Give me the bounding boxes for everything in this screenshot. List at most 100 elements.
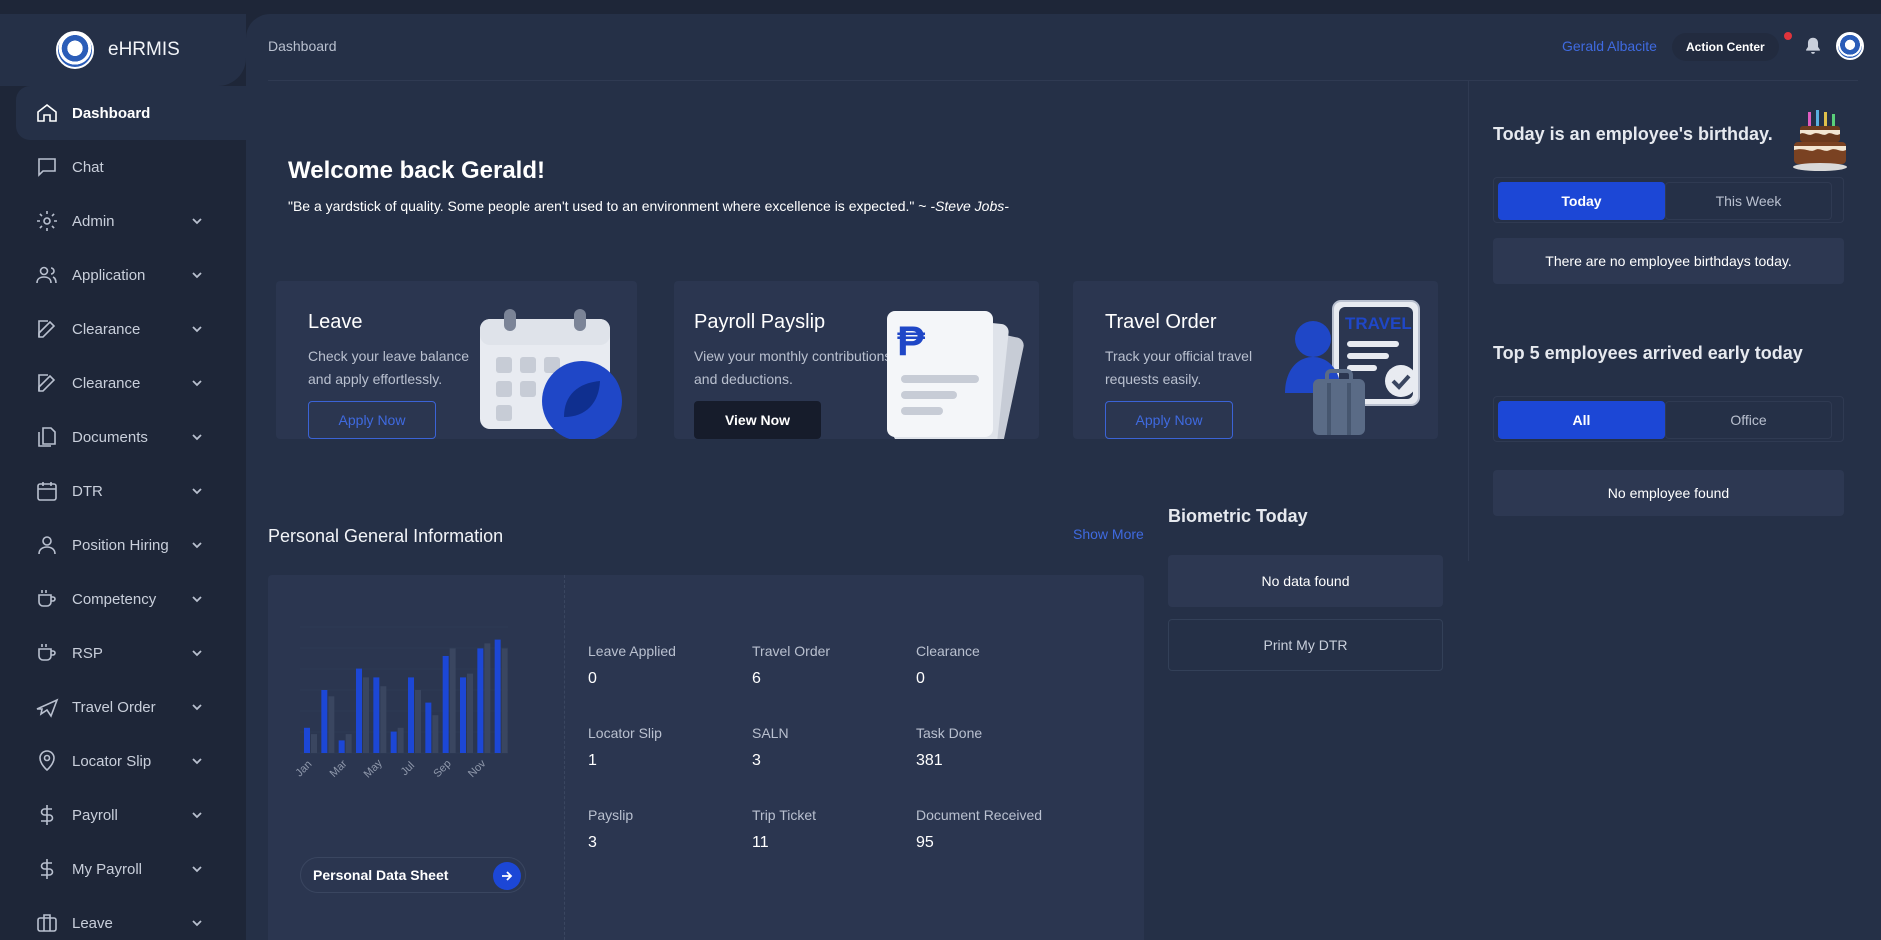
sidebar-item-dtr[interactable]: DTR	[16, 464, 246, 518]
payslip-view-button[interactable]: View Now	[694, 401, 821, 439]
chart-bar-mar-s2[interactable]	[345, 734, 352, 753]
chart-bar-dec-s1[interactable]	[494, 639, 501, 753]
chart-bar-sep-s1[interactable]	[442, 655, 449, 753]
edit-icon	[34, 370, 60, 396]
sidebar-item-rsp[interactable]: RSP	[16, 626, 246, 680]
chart-bar-oct-s1[interactable]	[460, 677, 466, 753]
chevron-down-icon[interactable]	[190, 376, 204, 390]
pgi-divider	[564, 575, 565, 940]
chart-bar-aug-s1[interactable]	[425, 702, 432, 753]
chart-bar-oct-s2[interactable]	[467, 673, 473, 753]
chart-bar-apr-s1[interactable]	[356, 668, 362, 753]
chevron-down-icon[interactable]	[190, 808, 204, 822]
tab-this-week[interactable]: This Week	[1665, 182, 1832, 220]
stat-label: Task Done	[916, 725, 983, 741]
chart-bar-nov-s1[interactable]	[477, 648, 484, 753]
chart-bar-jan-s2[interactable]	[311, 734, 317, 753]
chevron-down-icon[interactable]	[190, 430, 204, 444]
documents-icon	[34, 424, 60, 450]
leave-apply-button[interactable]: Apply Now	[308, 401, 436, 439]
biometric-empty-state: No data found	[1168, 555, 1443, 607]
sidebar-item-label: Travel Order	[72, 698, 156, 716]
pgi-title: Personal General Information	[268, 526, 504, 546]
sidebar-item-leave[interactable]: Leave	[16, 896, 246, 940]
breadcrumb[interactable]: Dashboard	[268, 38, 337, 54]
sidebar-item-payroll[interactable]: Payroll	[16, 788, 246, 842]
brand[interactable]: eHRMIS	[0, 14, 246, 86]
chart-bar-sep-s2[interactable]	[449, 648, 456, 753]
arrow-right-icon[interactable]	[493, 862, 521, 890]
sidebar-item-documents[interactable]: Documents	[16, 410, 246, 464]
sidebar-item-dashboard[interactable]: Dashboard	[16, 86, 246, 140]
stat-task-done: Task Done 381	[916, 725, 1076, 770]
action-center-button[interactable]: Action Center	[1672, 33, 1779, 61]
avatar[interactable]	[1836, 32, 1864, 60]
stat-value: 3	[752, 752, 761, 769]
chart-bar-nov-s2[interactable]	[484, 643, 491, 753]
chart-bar-may-s2[interactable]	[380, 686, 387, 753]
sidebar-nav: Dashboard Chat Admin Application Clearance Cl…	[16, 86, 246, 940]
sidebar-item-label: Clearance	[72, 374, 141, 392]
chevron-down-icon[interactable]	[190, 322, 204, 336]
chart-bar-jul-s2[interactable]	[415, 690, 421, 753]
chevron-down-icon[interactable]	[190, 268, 204, 282]
leave-card-desc: Check your leave balance and apply effor…	[308, 348, 470, 387]
stat-label: Trip Ticket	[752, 807, 817, 823]
stat-label: Payslip	[588, 807, 634, 823]
sidebar-item-position-hiring[interactable]: Position Hiring	[16, 518, 246, 572]
sidebar-item-label: RSP	[72, 644, 103, 662]
dollar-icon	[34, 802, 60, 828]
stat-trip-ticket: Trip Ticket 11	[752, 807, 912, 852]
chevron-down-icon[interactable]	[190, 214, 204, 228]
travel-apply-button[interactable]: Apply Now	[1105, 401, 1233, 439]
chart-bar-may-s1[interactable]	[373, 677, 380, 753]
chart-bar-aug-s2[interactable]	[432, 715, 439, 753]
print-dtr-button[interactable]: Print My DTR	[1168, 619, 1443, 671]
chevron-down-icon[interactable]	[190, 700, 204, 714]
stat-locator-slip: Locator Slip 1	[588, 725, 748, 770]
chevron-down-icon[interactable]	[190, 646, 204, 660]
sidebar-item-label: Locator Slip	[72, 752, 152, 770]
chart-bar-mar-s1[interactable]	[338, 740, 345, 753]
sidebar-item-my-payroll[interactable]: My Payroll	[16, 842, 246, 896]
early-toggle: All Office	[1493, 396, 1844, 442]
bell-icon[interactable]	[1802, 35, 1824, 57]
chevron-down-icon[interactable]	[190, 592, 204, 606]
leave-card: Leave Check your leave balance and apply…	[276, 281, 637, 439]
sidebar-item-label: Position Hiring	[72, 536, 169, 554]
chart-bar-jun-s1[interactable]	[390, 731, 397, 753]
tab-office[interactable]: Office	[1665, 401, 1832, 439]
sidebar-item-locator-slip[interactable]: Locator Slip	[16, 734, 246, 788]
logo-seal	[56, 31, 94, 69]
stat-value: 3	[588, 834, 597, 851]
sidebar-item-chat[interactable]: Chat	[16, 140, 246, 194]
chart-bar-jun-s2[interactable]	[397, 727, 404, 753]
chart-bar-jul-s1[interactable]	[408, 677, 414, 753]
chevron-down-icon[interactable]	[190, 862, 204, 876]
stat-value: 1	[588, 752, 597, 769]
user-name-link[interactable]: Gerald Albacite	[1562, 38, 1657, 54]
personal-data-sheet-button[interactable]: Personal Data Sheet	[300, 857, 526, 893]
stat-value: 381	[916, 752, 943, 769]
chart-bar-feb-s1[interactable]	[321, 690, 328, 753]
sidebar-item-admin[interactable]: Admin	[16, 194, 246, 248]
chevron-down-icon[interactable]	[190, 754, 204, 768]
sidebar-item-application[interactable]: Application	[16, 248, 246, 302]
sidebar-item-clearance[interactable]: Clearance	[16, 356, 246, 410]
app-name: eHRMIS	[108, 39, 180, 60]
stat-payslip: Payslip 3	[588, 807, 748, 852]
sidebar-item-travel-order[interactable]: Travel Order	[16, 680, 246, 734]
chart-bar-jan-s1[interactable]	[304, 727, 310, 753]
chart-tick-label: Mar	[328, 758, 350, 780]
chevron-down-icon[interactable]	[190, 484, 204, 498]
chart-bar-dec-s2[interactable]	[501, 648, 508, 753]
chevron-down-icon[interactable]	[190, 538, 204, 552]
tab-all[interactable]: All	[1498, 401, 1665, 439]
tab-today[interactable]: Today	[1498, 182, 1665, 220]
chart-bar-apr-s2[interactable]	[363, 677, 369, 753]
sidebar-item-clearance[interactable]: Clearance	[16, 302, 246, 356]
chevron-down-icon[interactable]	[190, 916, 204, 930]
show-more-link[interactable]: Show More	[1073, 526, 1144, 542]
chart-bar-feb-s2[interactable]	[328, 696, 335, 753]
sidebar-item-competency[interactable]: Competency	[16, 572, 246, 626]
